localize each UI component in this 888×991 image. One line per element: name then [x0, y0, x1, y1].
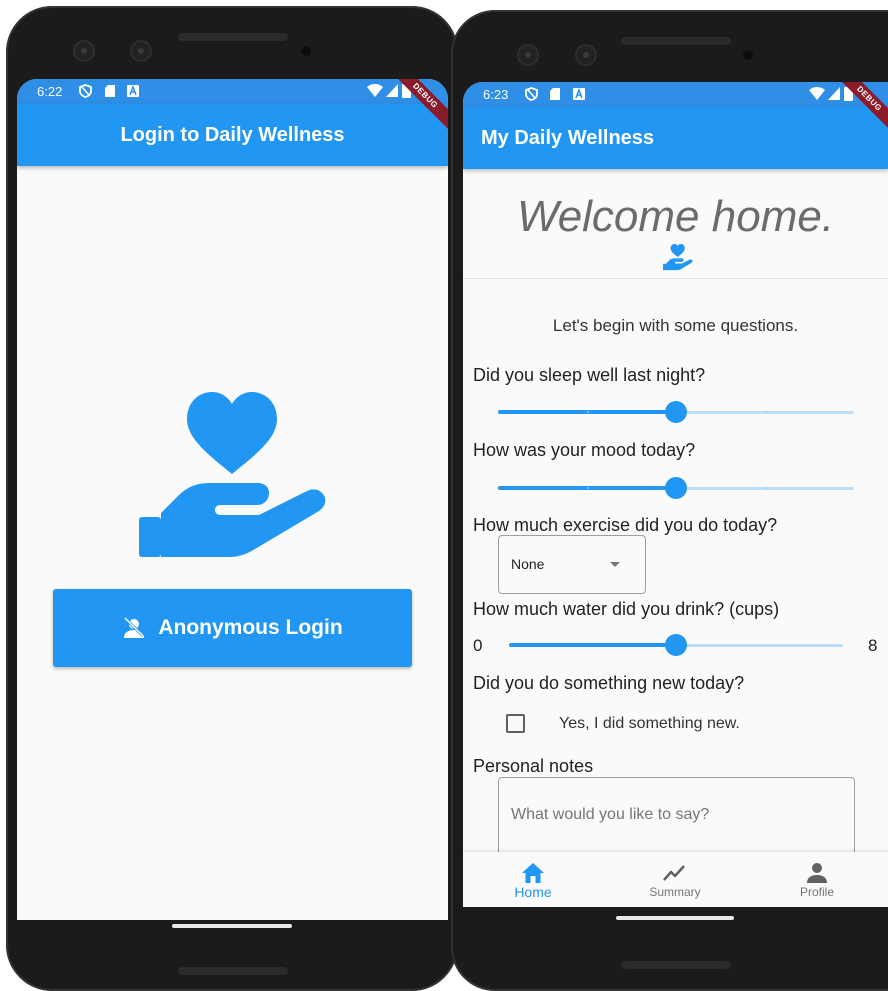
home-screen: 6:23 DEBUG My Daily Wellness Welcome hom… [463, 82, 888, 907]
front-camera-2 [575, 44, 597, 66]
sd-card-icon [550, 88, 560, 100]
slider-thumb[interactable] [665, 401, 687, 423]
nav-summary[interactable]: Summary [615, 852, 735, 907]
slider-track-inactive [676, 644, 843, 647]
volunteer-activism-icon [663, 244, 693, 271]
status-time: 6:23 [483, 87, 509, 102]
status-bar: 6:23 [463, 82, 888, 107]
anonymous-login-button[interactable]: Anonymous Login [53, 589, 412, 667]
new-thing-checkbox-label[interactable]: Yes, I did something new. [559, 715, 740, 733]
show-chart-icon [663, 865, 685, 881]
notification-a-icon [127, 85, 139, 97]
no-accounts-icon [124, 616, 145, 638]
wifi-icon [809, 87, 825, 100]
shield-icon [525, 87, 538, 101]
status-bar: 6:22 [17, 79, 448, 104]
nav-home-label: Home [514, 884, 552, 900]
app-bar: Login to Daily Wellness [17, 104, 448, 166]
slider-tick [587, 487, 589, 489]
new-thing-question: Did you do something new today? [473, 673, 745, 693]
mood-question: How was your mood today? [473, 440, 696, 460]
gesture-bar[interactable] [616, 916, 734, 920]
slider-thumb[interactable] [665, 477, 687, 499]
page-title: My Daily Wellness [481, 127, 655, 149]
home-icon [522, 863, 544, 883]
status-time: 6:22 [37, 84, 63, 99]
nav-summary-label: Summary [649, 885, 701, 899]
exercise-question: How much exercise did you do today? [473, 515, 778, 535]
intro-text: Let's begin with some questions. [552, 316, 799, 335]
signal-icon [386, 84, 398, 97]
slider-tick [587, 411, 589, 413]
phone-login: 6:22 DEBUG Login to Daily Wellness Anony… [6, 6, 458, 991]
water-max-label: 8 [868, 636, 878, 655]
earpiece-speaker [178, 33, 288, 41]
sleep-question: Did you sleep well last night? [473, 365, 706, 385]
nav-home[interactable]: Home [473, 852, 593, 907]
front-camera [73, 40, 95, 62]
nav-profile[interactable]: Profile [757, 852, 877, 907]
volunteer-activism-icon [139, 392, 326, 557]
welcome-heading: Welcome home. [516, 192, 835, 241]
front-camera-2 [130, 40, 152, 62]
slider-tick [765, 487, 767, 489]
app-bar: My Daily Wellness [463, 107, 888, 169]
person-icon [807, 863, 827, 883]
signal-icon [828, 87, 840, 100]
notes-input[interactable] [511, 806, 831, 824]
bottom-speaker [178, 967, 288, 975]
gesture-bar[interactable] [172, 924, 292, 928]
water-question: How much water did you drink? (cups) [473, 599, 780, 619]
notes-field[interactable] [498, 777, 855, 857]
bottom-speaker [621, 961, 731, 969]
phone-home: 6:23 DEBUG My Daily Wellness Welcome hom… [451, 10, 888, 991]
water-slider[interactable] [509, 633, 843, 657]
arrow-drop-down-icon [610, 562, 620, 567]
header-divider [463, 278, 888, 279]
sleep-slider[interactable] [498, 400, 854, 424]
page-title: Login to Daily Wellness [120, 124, 345, 146]
slider-track-active [509, 643, 676, 647]
proximity-sensor [301, 46, 311, 56]
earpiece-speaker [621, 37, 731, 45]
notes-label: Personal notes [473, 756, 594, 776]
sd-card-icon [105, 85, 115, 97]
exercise-selected-value: None [511, 556, 545, 572]
front-camera [517, 44, 539, 66]
water-min-label: 0 [473, 636, 483, 655]
nav-profile-label: Profile [799, 885, 834, 899]
wifi-icon [367, 84, 383, 97]
new-thing-checkbox[interactable] [506, 714, 525, 733]
bottom-navigation: Home Summary Profile [463, 852, 888, 907]
login-screen: 6:22 DEBUG Login to Daily Wellness Anony… [17, 79, 448, 920]
shield-icon [79, 84, 92, 98]
mood-slider[interactable] [498, 476, 854, 500]
proximity-sensor [743, 50, 753, 60]
exercise-dropdown[interactable]: None [498, 535, 646, 594]
slider-thumb[interactable] [665, 634, 687, 656]
notification-a-icon [573, 88, 585, 100]
anonymous-login-label: Anonymous Login [158, 616, 343, 639]
slider-tick [765, 411, 767, 413]
